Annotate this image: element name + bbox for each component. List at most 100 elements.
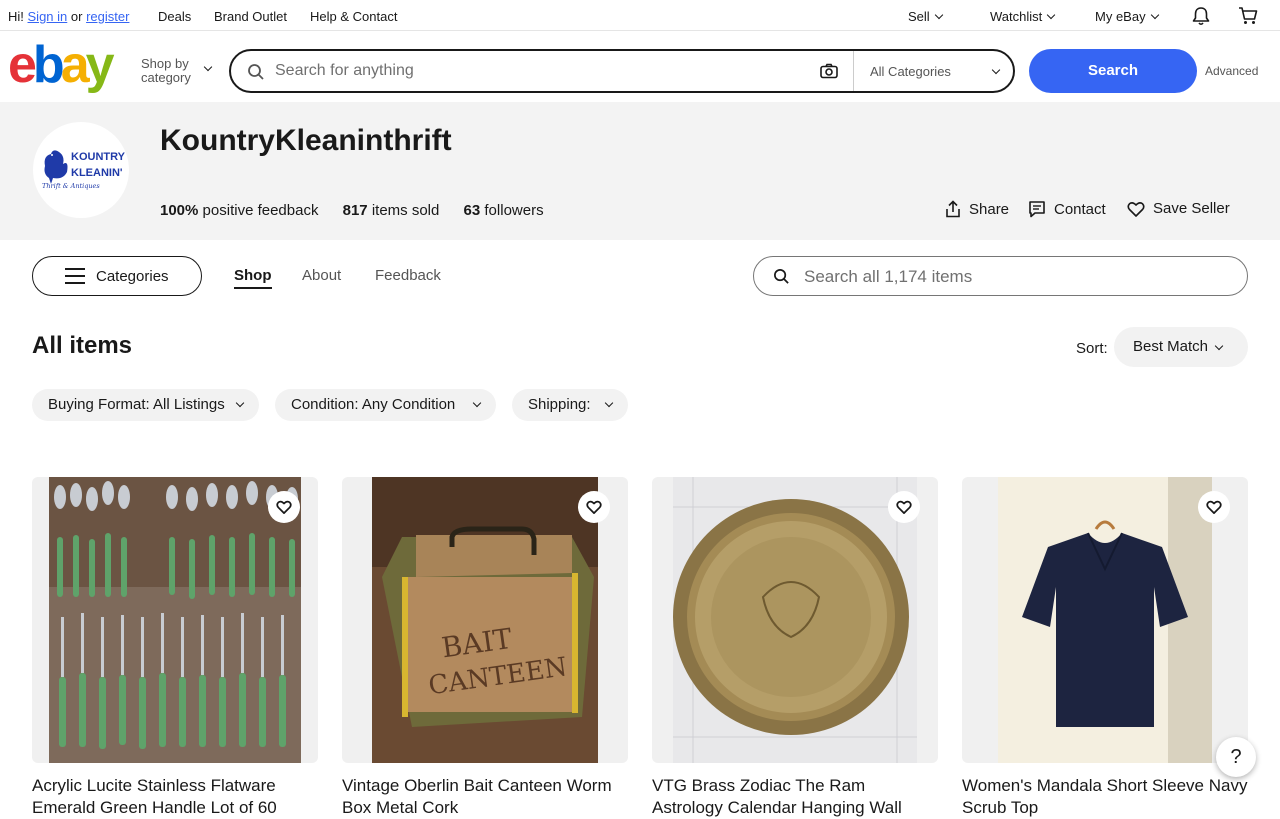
store-name: KountryKleaninthrift	[160, 124, 452, 157]
search-input[interactable]: Search for anything	[275, 62, 414, 80]
followers-value: 63	[463, 202, 481, 219]
heart-icon	[1206, 500, 1222, 514]
store-header: KOUNTRY KLEANIN' Thrift & Antiques Kount…	[0, 102, 1280, 240]
category-select-value: All Categories	[870, 64, 951, 79]
store-logo-text-3: Thrift & Antiques	[42, 182, 100, 190]
my-ebay-menu[interactable]: My eBay	[1095, 9, 1159, 24]
save-seller-label: Save Seller	[1153, 200, 1230, 217]
shop-by-category-button[interactable]: Shop by category	[141, 56, 213, 85]
heart-icon	[896, 500, 912, 514]
chevron-down-icon	[203, 62, 213, 72]
flatware-photo	[49, 477, 301, 763]
deals-link[interactable]: Deals	[158, 9, 191, 24]
chevron-down-icon	[604, 398, 614, 408]
share-button[interactable]: Share	[945, 200, 1009, 218]
watch-button[interactable]	[1198, 491, 1230, 523]
chevron-down-icon	[934, 10, 943, 20]
store-logo: KOUNTRY KLEANIN' Thrift & Antiques	[33, 122, 129, 218]
sort-value: Best Match	[1133, 338, 1209, 355]
shop-by-label: Shop by	[141, 56, 189, 71]
contact-label: Contact	[1054, 200, 1106, 218]
watchlist-menu[interactable]: Watchlist	[990, 9, 1056, 24]
sold-label: items sold	[371, 202, 440, 219]
categories-button[interactable]: Categories	[32, 256, 202, 296]
scrub-top-photo	[998, 477, 1212, 763]
watch-button[interactable]	[888, 491, 920, 523]
condition-filter[interactable]: Condition: Any Condition	[275, 389, 496, 421]
chevron-down-icon	[1150, 10, 1159, 20]
register-link[interactable]: register	[86, 9, 129, 24]
product-image[interactable]	[32, 477, 318, 763]
tab-about[interactable]: About	[302, 267, 341, 284]
feedback-label: positive feedback	[202, 202, 319, 219]
product-title[interactable]: Acrylic Lucite Stainless Flatware Emeral…	[32, 775, 318, 819]
or-text: or	[70, 9, 83, 24]
advanced-search-link[interactable]: Advanced	[1205, 64, 1258, 78]
category-label: category	[141, 70, 191, 85]
shipping-filter[interactable]: Shipping:	[512, 389, 628, 421]
help-button[interactable]: ?	[1216, 737, 1256, 777]
watch-button[interactable]	[268, 491, 300, 523]
help-contact-link[interactable]: Help & Contact	[310, 9, 397, 24]
ebay-logo[interactable]: ebay	[8, 40, 128, 95]
sort-dropdown[interactable]: Best Match	[1114, 327, 1248, 367]
search-button[interactable]: Search	[1029, 49, 1197, 93]
product-card[interactable]: Acrylic Lucite Stainless Flatware Emeral…	[32, 477, 318, 819]
store-stats: 100% positive feedback 817 items sold 63…	[160, 202, 564, 219]
hamburger-menu-icon	[65, 268, 85, 289]
product-image[interactable]: BAIT CANTEEN	[342, 477, 628, 763]
product-title[interactable]: VTG Brass Zodiac The Ram Astrology Calen…	[652, 775, 938, 819]
search-icon	[774, 269, 789, 284]
sold-stat: 817 items sold	[343, 202, 440, 219]
product-card[interactable]: BAIT CANTEEN Vintage Oberlin Bait Cantee…	[342, 477, 628, 819]
sold-value: 817	[342, 202, 368, 219]
chevron-down-icon	[1214, 341, 1224, 351]
followers-label: followers	[484, 202, 544, 219]
store-logo-text-1: KOUNTRY	[71, 151, 126, 163]
product-image[interactable]	[652, 477, 938, 763]
categories-label: Categories	[96, 268, 169, 285]
chat-icon	[1029, 201, 1045, 218]
cart-icon[interactable]	[1238, 7, 1258, 25]
store-search-input[interactable]: Search all 1,174 items	[804, 267, 972, 287]
filter-label: Shipping:	[528, 396, 591, 413]
heart-icon	[586, 500, 602, 514]
product-title[interactable]: Women's Mandala Short Sleeve Navy Scrub …	[962, 775, 1248, 819]
chevron-down-icon	[1047, 10, 1056, 20]
notification-bell-icon[interactable]	[1192, 6, 1210, 26]
svg-text:ebay: ebay	[8, 40, 115, 94]
product-card[interactable]: VTG Brass Zodiac The Ram Astrology Calen…	[652, 477, 938, 819]
product-title[interactable]: Vintage Oberlin Bait Canteen Worm Box Me…	[342, 775, 628, 819]
sell-menu[interactable]: Sell	[908, 9, 943, 24]
category-select[interactable]: All Categories	[853, 51, 1015, 91]
followers-stat: 63 followers	[464, 202, 544, 219]
page-title: All items	[32, 332, 133, 359]
chevron-down-icon	[991, 65, 1001, 75]
contact-button[interactable]: Contact	[1028, 200, 1106, 218]
top-navigation-bar: Hi! Sign in or register Deals Brand Outl…	[0, 0, 1280, 31]
tab-feedback[interactable]: Feedback	[375, 267, 441, 284]
chevron-down-icon	[472, 398, 482, 408]
watch-button[interactable]	[578, 491, 610, 523]
chevron-down-icon	[235, 398, 245, 408]
feedback-stat: 100% positive feedback	[160, 202, 318, 219]
my-ebay-label: My eBay	[1095, 9, 1146, 24]
bait-canteen-photo: BAIT CANTEEN	[372, 477, 598, 763]
save-seller-button[interactable]: Save Seller	[1127, 200, 1230, 217]
product-card[interactable]: Women's Mandala Short Sleeve Navy Scrub …	[962, 477, 1248, 819]
sign-in-link[interactable]: Sign in	[28, 9, 68, 24]
greeting-text: Hi!	[8, 9, 24, 24]
store-logo-text-2: KLEANIN'	[71, 167, 123, 179]
filter-label: Condition: Any Condition	[291, 396, 456, 413]
buying-format-filter[interactable]: Buying Format: All Listings	[32, 389, 259, 421]
brand-outlet-link[interactable]: Brand Outlet	[214, 9, 287, 24]
main-search-box: Search for anything All Categories	[229, 49, 1015, 93]
product-image[interactable]	[962, 477, 1248, 763]
heart-icon	[276, 500, 292, 514]
greeting: Hi! Sign in or register	[8, 9, 129, 24]
store-search-box[interactable]: Search all 1,174 items	[753, 256, 1248, 296]
tab-shop[interactable]: Shop	[234, 267, 272, 289]
camera-icon[interactable]	[820, 63, 838, 79]
share-icon	[946, 200, 960, 218]
sell-label: Sell	[908, 9, 930, 24]
